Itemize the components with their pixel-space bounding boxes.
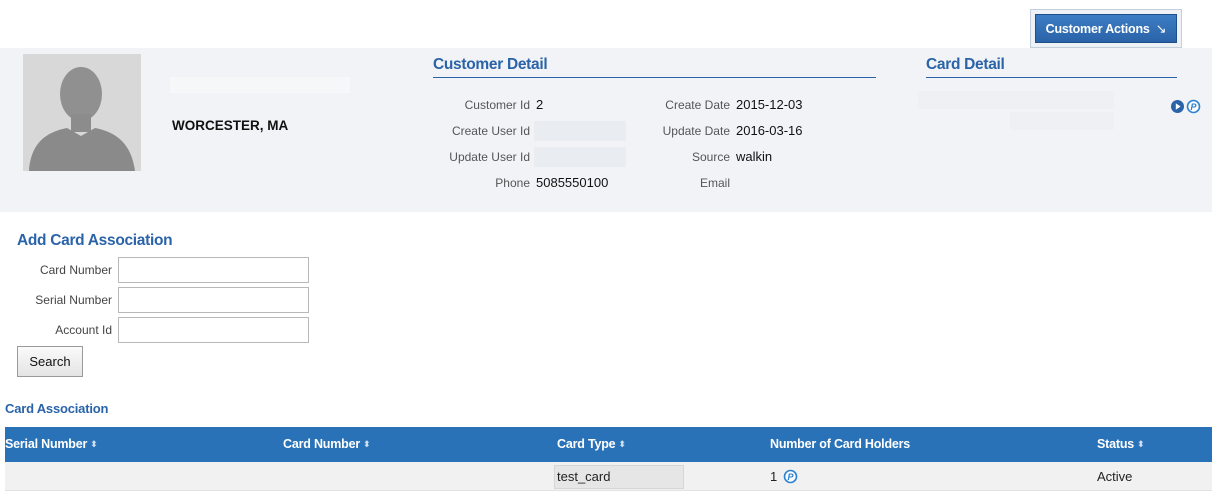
customer-detail-divider [433,77,876,78]
column-header-number-of-card-holders: Number of Card Holders [770,437,911,451]
serial-number-label: Serial Number [35,293,112,307]
column-header-card-type[interactable]: Card Type ⬍ [557,427,626,462]
customer-id-value: 2 [536,97,544,112]
holders-count: 1 [770,469,778,484]
customer-id-label: Customer Id [464,98,530,112]
customer-actions-button[interactable]: Customer Actions ↘ [1035,14,1177,43]
svg-text:P: P [1190,102,1197,112]
customer-name-redacted [170,77,350,93]
column-header-serial-number[interactable]: Serial Number ⬍ [5,427,98,462]
card-type-cell: test_card [557,469,611,484]
avatar [23,54,141,171]
svg-text:P: P [788,472,795,482]
update-date-value: 2016-03-16 [736,123,803,138]
customer-info-panel: WORCESTER, MA Customer Detail Customer I… [0,48,1212,212]
sort-icon: ⬍ [1137,439,1145,449]
card-detail-redacted-2 [1010,112,1114,130]
customer-actions-wrapper: Customer Actions ↘ [1030,9,1182,48]
column-header-card-number[interactable]: Card Number ⬍ [283,427,371,462]
arrow-down-right-icon: ↘ [1155,20,1167,36]
add-card-association-title: Add Card Association [17,232,173,249]
play-circle-icon[interactable] [1170,99,1185,114]
p-circle-icon[interactable]: P [783,469,798,484]
person-silhouette-icon [23,54,141,171]
card-association-table-header: Serial Number ⬍ Card Number ⬍ Card Type ⬍ N… [5,427,1212,462]
create-date-label: Create Date [665,98,730,112]
card-detail-title: Card Detail [926,56,1005,73]
table-row[interactable]: test_card 1 P Active [5,462,1212,491]
sort-icon: ⬍ [618,439,626,449]
customer-location: WORCESTER, MA [172,118,289,133]
create-user-id-label: Create User Id [451,124,530,138]
p-circle-icon[interactable]: P [1186,99,1201,114]
customer-detail-title: Customer Detail [433,56,548,73]
sort-icon: ⬍ [362,439,371,449]
search-button[interactable]: Search [17,346,83,377]
update-user-id-label: Update User Id [449,150,530,164]
create-date-value: 2015-12-03 [736,97,803,112]
card-detail-icons: P [1170,99,1201,114]
customer-actions-label: Customer Actions [1045,21,1150,36]
account-id-input[interactable] [118,317,309,343]
phone-label: Phone [495,176,530,190]
email-label: Email [699,176,730,190]
card-number-input[interactable] [118,257,309,283]
card-number-label: Card Number [39,263,112,277]
card-detail-divider [926,77,1177,78]
sort-icon: ⬍ [90,439,98,449]
card-detail-redacted-1 [918,91,1114,109]
account-id-label: Account Id [55,323,112,337]
source-label: Source [691,150,730,164]
card-association-title: Card Association [5,401,109,416]
column-header-status[interactable]: Status ⬍ [1097,427,1145,462]
update-date-label: Update Date [662,124,730,138]
phone-value: 5085550100 [536,175,609,190]
holders-cell: 1 P [770,462,798,491]
status-cell: Active [1097,469,1133,484]
source-value: walkin [736,149,773,164]
serial-number-input[interactable] [118,287,309,313]
